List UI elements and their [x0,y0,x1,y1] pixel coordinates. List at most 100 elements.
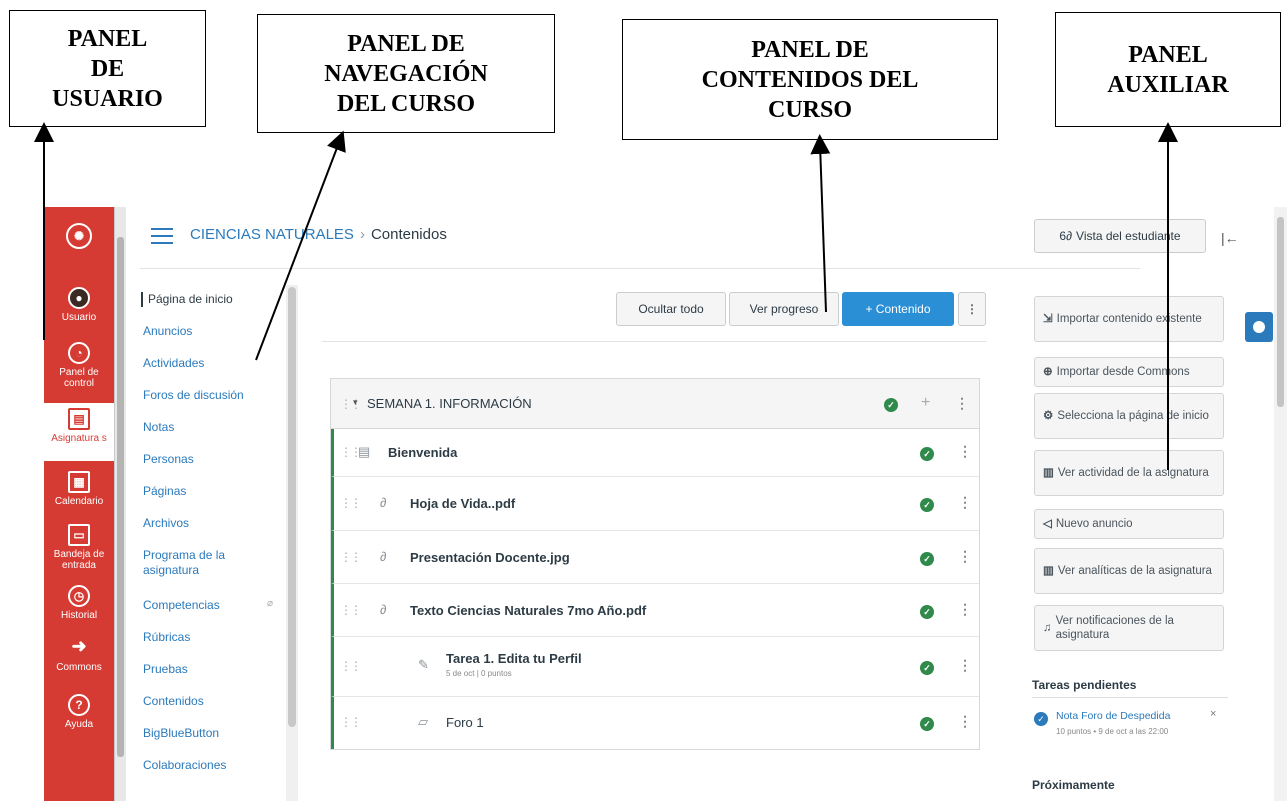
course-nav-pages[interactable]: Páginas [143,484,186,499]
dashboard-icon: ◔ [68,342,90,364]
annotation-content-panel: PANEL DE CONTENIDOS DEL CURSO [622,19,998,140]
module-header[interactable]: ⋮⋮ ▾ SEMANA 1. INFORMACIÓN ✓ + ⋮ [331,379,979,429]
toolbar-more-button[interactable]: ⋮ [958,292,986,326]
course-nav-files[interactable]: Archivos [143,516,189,531]
hamburger-menu-icon[interactable] [151,228,173,244]
course-notifications-button[interactable]: ♫ Ver notificaciones de la asignatura [1034,605,1224,651]
module-item[interactable]: ⋮⋮ ▤ Bienvenida ✓ ⋮ [331,429,979,477]
annotation-user-panel: PANEL DE USUARIO [9,10,206,127]
global-nav-calendar[interactable]: ▦ Calendario [44,471,114,507]
global-nav-inbox[interactable]: ▭ Bandeja de entrada [44,524,114,571]
gear-icon: ⚙ [1043,410,1054,422]
course-activity-button[interactable]: ▥ Ver actividad de la asignatura [1034,450,1224,496]
module-menu-icon[interactable]: ⋮ [955,395,969,412]
dismiss-icon[interactable]: × [1210,708,1216,720]
course-nav-assignments[interactable]: Actividades [143,356,204,371]
course-nav-outcomes[interactable]: Competencias [143,598,220,613]
import-commons-button[interactable]: ⊕ Importar desde Commons [1034,357,1224,387]
item-menu-icon[interactable]: ⋮ [958,494,972,511]
item-title[interactable]: Bienvenida [388,445,457,460]
hide-all-button[interactable]: Ocultar todo [616,292,726,326]
import-icon: ⇲ [1043,313,1053,325]
module-title: SEMANA 1. INFORMACIÓN [367,396,532,411]
drag-handle-icon[interactable]: ⋮⋮ [340,715,362,729]
item-menu-icon[interactable]: ⋮ [958,601,972,618]
breadcrumb-course-link[interactable]: CIENCIAS NATURALES [190,226,354,243]
module-item[interactable]: ⋮⋮ ∂ Hoja de Vida..pdf ✓ ⋮ [331,477,979,531]
module-item[interactable]: ⋮⋮ ∂ Presentación Docente.jpg ✓ ⋮ [331,531,979,584]
todo-heading: Tareas pendientes [1032,678,1137,692]
collapse-arrow-icon[interactable]: ▾ [353,397,358,408]
course-nav-quizzes[interactable]: Pruebas [143,662,188,677]
tray-toggle-button[interactable] [1245,312,1273,342]
hidden-eye-icon: ⌀ [267,598,274,609]
published-check-icon[interactable]: ✓ [920,498,934,512]
courses-icon: ▤ [68,408,90,430]
page-scrollbar[interactable] [1274,207,1287,801]
student-view-button[interactable]: 6∂ Vista del estudiante [1034,219,1206,253]
published-check-icon[interactable]: ✓ [920,552,934,566]
course-nav-home[interactable]: Página de inicio [141,292,233,307]
course-nav-bigbluebutton[interactable]: BigBlueButton [143,726,219,741]
global-nav-courses[interactable]: ▤ Asignatura s [44,403,114,461]
course-nav-people[interactable]: Personas [143,452,194,467]
course-nav-syllabus[interactable]: Programa de la asignatura [143,548,238,578]
collapse-sidebar-icon[interactable]: |← [1221,230,1239,246]
published-check-icon[interactable]: ✓ [920,605,934,619]
course-nav-grades[interactable]: Notas [143,420,174,435]
choose-home-page-button[interactable]: ⚙ Selecciona la página de inicio [1034,393,1224,439]
drag-handle-icon[interactable]: ⋮⋮ [340,659,362,673]
global-nav-dashboard[interactable]: ◔ Panel de control [44,342,114,389]
calendar-icon: ▦ [68,471,90,493]
global-nav-user[interactable]: ● Usuario [44,287,114,323]
arrow-nav [255,130,346,361]
drag-handle-icon[interactable]: ⋮⋮ [340,550,362,564]
discussion-icon: ▱ [418,714,428,729]
course-nav-scrollbar[interactable] [286,285,298,801]
drag-handle-icon[interactable]: ⋮⋮ [340,496,362,510]
add-content-button[interactable]: + Contenido [842,292,954,326]
canvas-logo-icon[interactable]: ✺ [44,223,114,252]
course-nav-rubrics[interactable]: Rúbricas [143,630,190,645]
published-check-icon[interactable]: ✓ [920,447,934,461]
item-title[interactable]: Texto Ciencias Naturales 7mo Año.pdf [410,603,646,618]
item-title[interactable]: Foro 1 [446,715,484,730]
commons-icon: ➜ [71,636,87,656]
add-item-icon[interactable]: + [921,394,930,412]
item-title[interactable]: Tarea 1. Edita tu Perfil [446,651,582,666]
module-item[interactable]: ⋮⋮ ▱ Foro 1 ✓ ⋮ [331,697,979,749]
course-analytics-button[interactable]: ▥ Ver analíticas de la asignatura [1034,548,1224,594]
global-nav-help[interactable]: ? Ayuda [44,694,114,730]
item-title[interactable]: Presentación Docente.jpg [410,550,570,565]
published-check-icon[interactable]: ✓ [920,717,934,731]
todo-link[interactable]: Nota Foro de Despedida [1056,710,1170,722]
item-menu-icon[interactable]: ⋮ [958,548,972,565]
course-nav-modules[interactable]: Contenidos [143,694,204,709]
new-announcement-button[interactable]: ◁ Nuevo anuncio [1034,509,1224,539]
drag-handle-icon[interactable]: ⋮⋮ [340,445,362,459]
global-nav-commons[interactable]: ➜ Commons [44,637,114,673]
course-nav-discussions[interactable]: Foros de discusión [143,388,244,403]
item-menu-icon[interactable]: ⋮ [958,443,972,460]
item-menu-icon[interactable]: ⋮ [958,713,972,730]
global-nav-scrollbar[interactable] [114,207,126,801]
view-progress-button[interactable]: Ver progreso [729,292,839,326]
item-menu-icon[interactable]: ⋮ [958,657,972,674]
global-navigation: ✺ ● Usuario ◔ Panel de control ▤ Asignat… [44,207,114,801]
import-content-button[interactable]: ⇲ Importar contenido existente [1034,296,1224,342]
item-title[interactable]: Hoja de Vida..pdf [410,496,515,511]
toolbar-divider [322,341,987,342]
page-icon: ▤ [358,444,371,459]
inbox-icon: ▭ [68,524,90,546]
published-check-icon[interactable]: ✓ [884,398,898,412]
course-nav-announcements[interactable]: Anuncios [143,324,192,339]
history-icon: ◷ [68,585,90,607]
drag-handle-icon[interactable]: ⋮⋮ [340,603,362,617]
module-item[interactable]: ⋮⋮ ∂ Texto Ciencias Naturales 7mo Año.pd… [331,584,979,637]
global-nav-history[interactable]: ◷ Historial [44,585,114,621]
course-nav-collaborations[interactable]: Colaboraciones [143,758,226,773]
module-item[interactable]: ⋮⋮ ✎ Tarea 1. Edita tu Perfil 5 de oct |… [331,637,979,697]
published-check-icon[interactable]: ✓ [920,661,934,675]
bell-icon: ♫ [1043,622,1052,634]
breadcrumb: CIENCIAS NATURALES › Contenidos [190,226,447,243]
